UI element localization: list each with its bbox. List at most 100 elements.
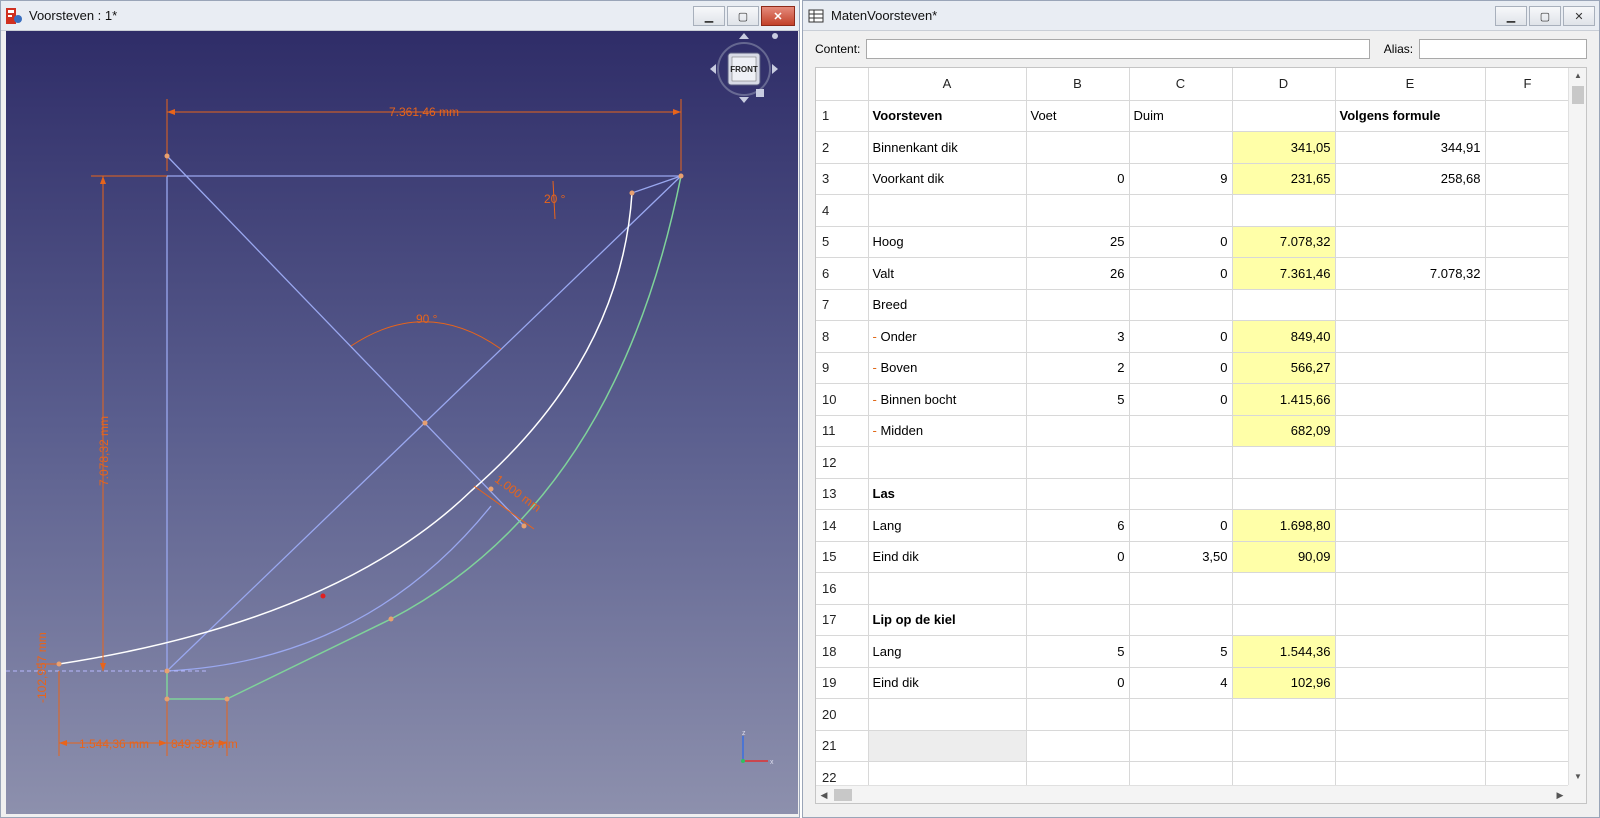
minimize-button[interactable]: ▁ bbox=[693, 6, 725, 26]
navcube-up-arrow-icon[interactable] bbox=[739, 33, 749, 39]
cell-E[interactable]: 344,91 bbox=[1335, 131, 1486, 164]
cell-A[interactable]: Eind dik bbox=[868, 667, 1027, 699]
cell-C[interactable] bbox=[1129, 131, 1233, 164]
cell-D[interactable] bbox=[1232, 730, 1336, 762]
sheet-close-button[interactable]: ✕ bbox=[1563, 6, 1595, 26]
cell-E[interactable] bbox=[1335, 383, 1486, 416]
cell-B[interactable] bbox=[1026, 446, 1130, 479]
cell-C[interactable]: 5 bbox=[1129, 635, 1233, 668]
cell-E[interactable] bbox=[1335, 320, 1486, 353]
cell-A[interactable]: Voorkant dik bbox=[868, 163, 1027, 195]
cell-B[interactable]: 26 bbox=[1026, 257, 1130, 290]
spreadsheet-grid[interactable]: A B C D E F 1 Voorsteven Voet Duim Volgens f… bbox=[815, 67, 1587, 804]
cell-C[interactable] bbox=[1129, 415, 1233, 447]
row-header[interactable]: 20 bbox=[816, 698, 869, 731]
cell-D[interactable] bbox=[1232, 446, 1336, 479]
sheet-minimize-button[interactable]: ▁ bbox=[1495, 6, 1527, 26]
navigation-cube[interactable]: FRONT bbox=[710, 33, 778, 103]
row-header[interactable]: 7 bbox=[816, 289, 869, 321]
cell-B[interactable] bbox=[1026, 131, 1130, 164]
sketch-canvas[interactable]: 7.361,46 mm 7.078,32 mm 1.544,36 mm 849,… bbox=[6, 31, 798, 814]
cell-F[interactable] bbox=[1485, 415, 1571, 447]
row-header[interactable]: 17 bbox=[816, 604, 869, 636]
cell-F[interactable] bbox=[1485, 226, 1571, 258]
cell-E[interactable] bbox=[1335, 289, 1486, 321]
scroll-left-icon[interactable]: ◀ bbox=[816, 786, 832, 803]
cell-A[interactable]: Las bbox=[868, 478, 1027, 510]
cell-E[interactable] bbox=[1335, 194, 1486, 227]
cell-D[interactable]: 1.544,36 bbox=[1232, 635, 1336, 668]
cell-A[interactable]: Lip op de kiel bbox=[868, 604, 1027, 636]
dim-bottom-left-label[interactable]: 1.544,36 mm bbox=[79, 737, 149, 751]
cell-E[interactable] bbox=[1335, 730, 1486, 762]
cell-D[interactable] bbox=[1232, 698, 1336, 731]
close-button[interactable]: ✕ bbox=[761, 6, 795, 26]
cell-B[interactable] bbox=[1026, 604, 1130, 636]
cell-B[interactable]: Voet bbox=[1026, 100, 1130, 132]
cell-F[interactable] bbox=[1485, 257, 1571, 290]
navcube-view-menu-icon[interactable] bbox=[756, 89, 764, 97]
row-header[interactable]: 14 bbox=[816, 509, 869, 542]
cell-F[interactable] bbox=[1485, 635, 1571, 668]
cell-D[interactable] bbox=[1232, 100, 1336, 132]
cell-A[interactable] bbox=[868, 730, 1027, 762]
cell-C[interactable]: 0 bbox=[1129, 320, 1233, 353]
navcube-right-arrow-icon[interactable] bbox=[772, 64, 778, 74]
sheet-maximize-button[interactable]: ▢ bbox=[1529, 6, 1561, 26]
row-header[interactable]: 18 bbox=[816, 635, 869, 668]
cell-C[interactable]: 0 bbox=[1129, 257, 1233, 290]
cell-E[interactable] bbox=[1335, 478, 1486, 510]
dim-diag-label[interactable]: 1.000 mm bbox=[492, 472, 543, 515]
cell-D[interactable] bbox=[1232, 194, 1336, 227]
navcube-menu-icon[interactable] bbox=[772, 33, 778, 39]
cell-C[interactable] bbox=[1129, 572, 1233, 605]
cell-B[interactable]: 0 bbox=[1026, 667, 1130, 699]
spreadsheet-window-titlebar[interactable]: MatenVoorsteven* ▁ ▢ ✕ bbox=[803, 1, 1599, 31]
cell-C[interactable] bbox=[1129, 730, 1233, 762]
cell-A[interactable]: - Boven bbox=[868, 352, 1027, 384]
dim-left-height-label[interactable]: 7.078,32 mm bbox=[97, 416, 111, 486]
row-header[interactable]: 13 bbox=[816, 478, 869, 510]
row-header[interactable]: 5 bbox=[816, 226, 869, 258]
scroll-up-icon[interactable]: ▲ bbox=[1569, 68, 1586, 84]
content-input[interactable] bbox=[866, 39, 1370, 59]
row-header[interactable]: 1 bbox=[816, 100, 869, 132]
cell-D[interactable]: 1.698,80 bbox=[1232, 509, 1336, 542]
cell-A[interactable]: Valt bbox=[868, 257, 1027, 290]
dim-bottom-right-label[interactable]: 849,399 mm bbox=[171, 737, 238, 751]
cell-F[interactable] bbox=[1485, 131, 1571, 164]
dim-left-small-label[interactable]: -102,957 mm bbox=[35, 632, 49, 703]
cell-C[interactable]: 4 bbox=[1129, 667, 1233, 699]
cell-C[interactable] bbox=[1129, 446, 1233, 479]
cell-F[interactable] bbox=[1485, 509, 1571, 542]
cell-F[interactable] bbox=[1485, 446, 1571, 479]
cell-E[interactable] bbox=[1335, 635, 1486, 668]
cell-D[interactable]: 102,96 bbox=[1232, 667, 1336, 699]
row-header[interactable]: 2 bbox=[816, 131, 869, 164]
cell-E[interactable] bbox=[1335, 698, 1486, 731]
cell-C[interactable] bbox=[1129, 289, 1233, 321]
cell-A[interactable]: Eind dik bbox=[868, 541, 1027, 573]
column-header-F[interactable]: F bbox=[1485, 68, 1571, 101]
row-header[interactable]: 19 bbox=[816, 667, 869, 699]
cell-C[interactable]: Duim bbox=[1129, 100, 1233, 132]
cell-D[interactable]: 682,09 bbox=[1232, 415, 1336, 447]
cell-A[interactable]: Lang bbox=[868, 509, 1027, 542]
cell-D[interactable]: 7.078,32 bbox=[1232, 226, 1336, 258]
maximize-button[interactable]: ▢ bbox=[727, 6, 759, 26]
cell-D[interactable]: 231,65 bbox=[1232, 163, 1336, 195]
cell-D[interactable] bbox=[1232, 604, 1336, 636]
model-window-titlebar[interactable]: Voorsteven : 1* ▁ ▢ ✕ bbox=[1, 1, 799, 31]
cell-C[interactable] bbox=[1129, 478, 1233, 510]
navcube-left-arrow-icon[interactable] bbox=[710, 64, 716, 74]
dim-angle-mid-label[interactable]: 90 ° bbox=[416, 312, 438, 326]
navcube-down-arrow-icon[interactable] bbox=[739, 97, 749, 103]
row-header[interactable]: 15 bbox=[816, 541, 869, 573]
cell-F[interactable] bbox=[1485, 100, 1571, 132]
vertical-scroll-thumb[interactable] bbox=[1572, 86, 1584, 104]
cell-B[interactable] bbox=[1026, 289, 1130, 321]
column-header-B[interactable]: B bbox=[1026, 68, 1130, 101]
cell-C[interactable]: 0 bbox=[1129, 352, 1233, 384]
row-header[interactable]: 6 bbox=[816, 257, 869, 290]
cell-E[interactable] bbox=[1335, 446, 1486, 479]
